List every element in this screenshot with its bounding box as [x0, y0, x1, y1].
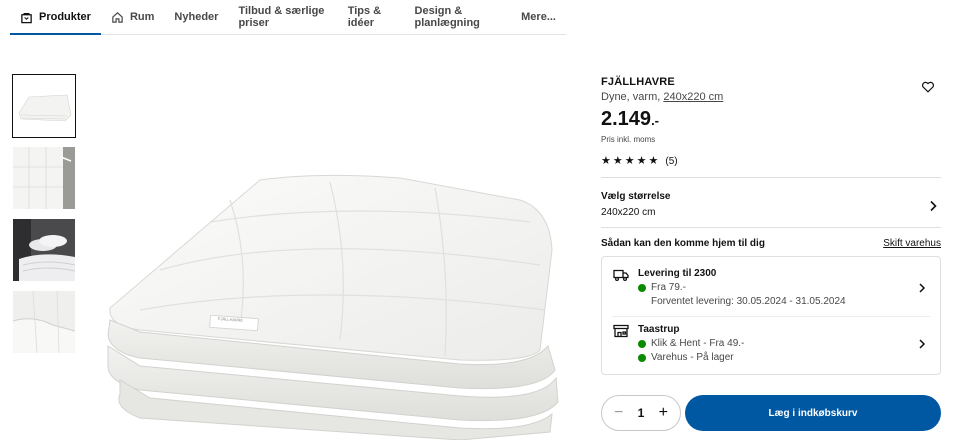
star-icon: ★ — [624, 155, 635, 167]
nav-tilbud[interactable]: Tilbud & særlige priser — [228, 0, 337, 34]
thumbnail-list — [12, 74, 76, 363]
rating-count: (5) — [665, 156, 678, 167]
decrease-quantity-button[interactable]: − — [614, 405, 623, 421]
price-value: 2.149 — [601, 108, 652, 130]
divider — [601, 227, 941, 228]
chevron-right-icon — [919, 339, 926, 349]
add-to-cart-button[interactable]: Læg i indkøbskurv — [685, 395, 941, 431]
delivery-shipping-row[interactable]: Levering til 2300 Fra 79.- Forventet lev… — [602, 257, 940, 316]
shipping-title: Levering til 2300 — [638, 268, 717, 279]
shipping-price-line: Fra 79.- — [638, 282, 686, 293]
product-description: Dyne, varm, 240x220 cm — [601, 91, 723, 103]
price-suffix: .- — [651, 113, 660, 128]
favorite-button[interactable] — [921, 80, 937, 96]
star-icon: ★ — [636, 155, 647, 167]
delivery-options: Levering til 2300 Fra 79.- Forventet lev… — [601, 256, 941, 375]
nav-more[interactable]: Mere... — [511, 0, 566, 34]
increase-quantity-button[interactable]: + — [659, 405, 668, 421]
in-stock-dot — [638, 353, 646, 362]
thumbnail-duvet-flat[interactable] — [13, 147, 75, 209]
nav-label: Produkter — [39, 11, 91, 23]
vat-note: Pris inkl. moms — [601, 135, 656, 144]
nav-label: Tilbud & særlige priser — [238, 5, 325, 29]
thumbnail-bed[interactable] — [13, 219, 75, 281]
nav-rum[interactable]: Rum — [101, 0, 164, 34]
home-icon — [112, 11, 123, 23]
bag-icon — [21, 12, 32, 23]
heart-icon — [922, 81, 934, 93]
store-title: Taastrup — [638, 324, 680, 335]
in-stock-dot — [638, 283, 646, 292]
nav-label: Rum — [129, 11, 155, 23]
size-label: Vælg størrelse — [601, 191, 671, 202]
truck-icon — [613, 269, 629, 282]
product-name: FJÄLLHAVRE — [601, 76, 675, 88]
chevron-right-icon — [919, 283, 926, 293]
shipping-price: Fra 79.- — [651, 282, 687, 293]
shipping-eta: Forventet levering: 30.05.2024 - 31.05.2… — [651, 296, 846, 307]
store-stock-line: Varehus - På lager — [638, 352, 734, 363]
nav-design[interactable]: Design & planlægning — [405, 0, 512, 34]
change-store-link[interactable]: Skift varehus — [883, 238, 941, 249]
price: 2.149.- — [601, 108, 659, 131]
quantity-value[interactable]: 1 — [638, 406, 645, 420]
product-desc-prefix: Dyne, varm, — [601, 91, 664, 103]
click-collect: Klik & Hent - Fra 49.- — [651, 338, 745, 349]
divider — [601, 177, 941, 178]
nav-label: Tips & idéer — [347, 5, 382, 29]
chevron-right-icon — [930, 200, 937, 212]
nav-produkter[interactable]: Produkter — [10, 0, 101, 35]
nav-label: Design & planlægning — [414, 5, 480, 29]
top-nav: Produkter Rum Nyheder Tilbud & særlige p… — [10, 0, 566, 35]
star-icon: ★ — [648, 155, 659, 167]
thumbnail-duvet-corner[interactable] — [13, 291, 75, 353]
nav-tips[interactable]: Tips & idéer — [338, 0, 405, 34]
thumbnail-duvet-folded[interactable] — [12, 74, 76, 138]
size-selector-button[interactable] — [928, 199, 938, 212]
product-desc-size[interactable]: 240x220 cm — [663, 91, 723, 103]
click-collect-line: Klik & Hent - Fra 49.- — [638, 338, 744, 349]
nav-label: Nyheder — [174, 11, 219, 23]
star-icon: ★ — [612, 155, 623, 167]
delivery-store-row[interactable]: Taastrup Klik & Hent - Fra 49.- Varehus … — [602, 317, 940, 375]
size-value: 240x220 cm — [601, 207, 656, 218]
main-product-image[interactable]: FJÄLLHAVRE — [100, 170, 560, 440]
quantity-stepper: − 1 + — [601, 395, 681, 431]
store-icon — [613, 324, 629, 338]
store-stock: Varehus - På lager — [651, 352, 734, 363]
rating[interactable]: ★ ★ ★ ★ ★ (5) — [601, 155, 678, 168]
nav-nyheder[interactable]: Nyheder — [164, 0, 228, 34]
in-stock-dot — [638, 339, 646, 348]
star-icon: ★ — [601, 155, 611, 167]
delivery-question: Sådan kan den komme hjem til dig — [601, 238, 765, 249]
nav-label: Mere... — [521, 11, 556, 23]
